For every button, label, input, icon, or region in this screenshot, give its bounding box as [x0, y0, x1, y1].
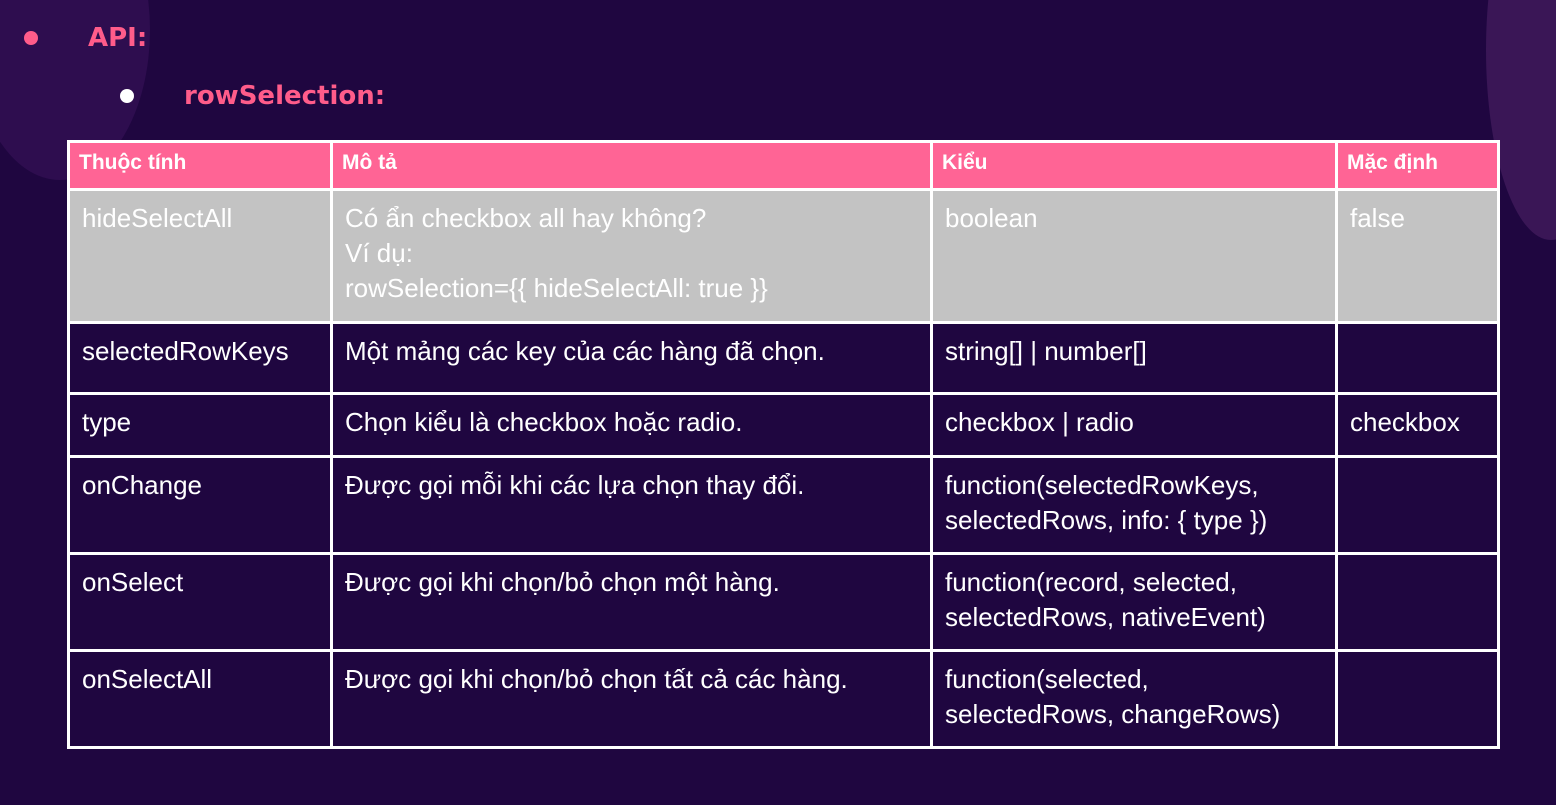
cell-type: boolean	[930, 188, 1338, 324]
table-row: onSelect Được gọi khi chọn/bỏ chọn một h…	[67, 552, 1500, 652]
bullet-row-selection: rowSelection:	[120, 80, 385, 112]
cell-default	[1335, 552, 1500, 652]
cell-description: Được gọi khi chọn/bỏ chọn một hàng.	[330, 552, 933, 652]
bullet-dot-icon	[24, 31, 38, 45]
cell-default	[1335, 455, 1500, 555]
properties-table: Thuộc tính Mô tả Kiểu Mặc định hideSelec…	[67, 140, 1500, 749]
cell-type: function(record, selected, selectedRows,…	[930, 552, 1338, 652]
column-header-description: Mô tả	[330, 140, 933, 191]
column-header-property: Thuộc tính	[67, 140, 333, 191]
column-header-default: Mặc định	[1335, 140, 1500, 191]
cell-type: function(selectedRowKeys, selectedRows, …	[930, 455, 1338, 555]
cell-default	[1335, 649, 1500, 749]
cell-property: selectedRowKeys	[67, 321, 333, 395]
cell-default: checkbox	[1335, 392, 1500, 458]
cell-property: hideSelectAll	[67, 188, 333, 324]
cell-description: Chọn kiểu là checkbox hoặc radio.	[330, 392, 933, 458]
cell-default	[1335, 321, 1500, 395]
bullet-dot-icon	[120, 89, 134, 103]
cell-default: false	[1335, 188, 1500, 324]
bullet-api: API:	[24, 22, 147, 54]
table-row: onChange Được gọi mỗi khi các lựa chọn t…	[67, 455, 1500, 555]
cell-description: Có ẩn checkbox all hay không? Ví dụ: row…	[330, 188, 933, 324]
table-header-row: Thuộc tính Mô tả Kiểu Mặc định	[67, 140, 1500, 191]
cell-type: function(selected, selectedRows, changeR…	[930, 649, 1338, 749]
table-row: type Chọn kiểu là checkbox hoặc radio. c…	[67, 392, 1500, 458]
cell-property: onSelectAll	[67, 649, 333, 749]
table-row: selectedRowKeys Một mảng các key của các…	[67, 321, 1500, 395]
table-row: onSelectAll Được gọi khi chọn/bỏ chọn tấ…	[67, 649, 1500, 749]
cell-description: Được gọi mỗi khi các lựa chọn thay đổi.	[330, 455, 933, 555]
heading-api: API:	[88, 23, 148, 53]
cell-description: Một mảng các key của các hàng đã chọn.	[330, 321, 933, 395]
cell-description: Được gọi khi chọn/bỏ chọn tất cả các hàn…	[330, 649, 933, 749]
column-header-type: Kiểu	[930, 140, 1338, 191]
cell-property: type	[67, 392, 333, 458]
cell-property: onSelect	[67, 552, 333, 652]
cell-property: onChange	[67, 455, 333, 555]
cell-type: checkbox | radio	[930, 392, 1338, 458]
heading-row-selection: rowSelection:	[184, 81, 386, 111]
cell-type: string[] | number[]	[930, 321, 1338, 395]
table-row: hideSelectAll Có ẩn checkbox all hay khô…	[67, 188, 1500, 324]
